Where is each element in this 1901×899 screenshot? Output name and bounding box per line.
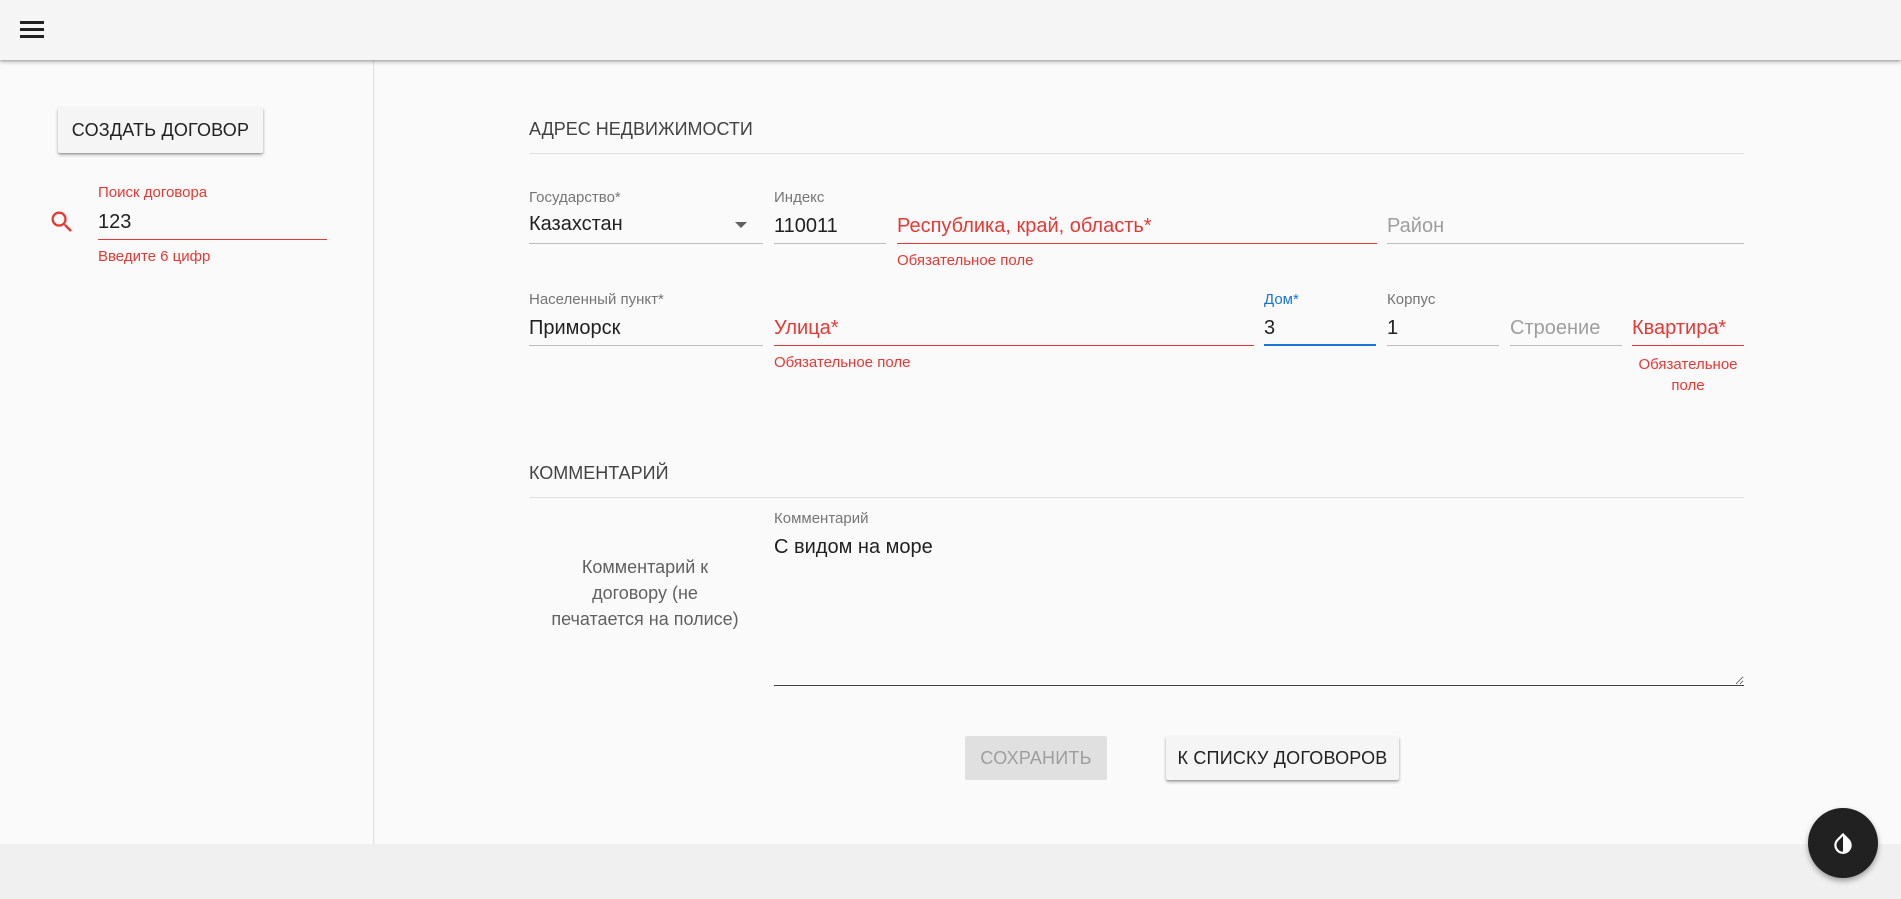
sidebar: СОЗДАТЬ ДОГОВОР Поиск договора Введите 6…: [0, 60, 374, 844]
chevron-down-icon: [735, 222, 747, 228]
apartment-error-line2: поле: [1671, 377, 1705, 394]
address-section-title: АДРЕС НЕДВИЖИМОСТИ: [529, 119, 753, 139]
hamburger-menu-icon[interactable]: [16, 16, 48, 44]
locality-input[interactable]: [529, 312, 763, 346]
comment-description-line2: договору (не: [592, 583, 698, 603]
comment-divider: [529, 497, 1744, 498]
comment-section-title: КОММЕНТАРИЙ: [529, 463, 669, 483]
building-input[interactable]: [1510, 312, 1622, 346]
country-underline: [529, 243, 763, 244]
apartment-error-line1: Обязательное: [1638, 356, 1738, 373]
house-label: Дом*: [1264, 291, 1299, 308]
address-divider: [529, 153, 1744, 154]
index-input[interactable]: [774, 210, 886, 244]
search-contract-label: Поиск договора: [98, 184, 208, 201]
search-contract-input[interactable]: [98, 206, 327, 240]
locality-label: Населенный пункт*: [529, 291, 664, 308]
comment-textarea[interactable]: С видом на море: [774, 536, 1744, 686]
country-label: Государство*: [529, 189, 621, 206]
comment-description-line1: Комментарий к: [581, 557, 709, 577]
index-label: Индекс: [774, 189, 825, 206]
invert-colors-icon: [1834, 832, 1852, 854]
house-input[interactable]: [1264, 312, 1376, 346]
region-error: Обязательное поле: [897, 252, 1034, 269]
country-value: Казахстан: [529, 213, 623, 235]
comment-label: Комментарий: [774, 510, 869, 527]
corpus-input[interactable]: [1387, 312, 1499, 346]
corpus-label: Корпус: [1387, 291, 1436, 308]
comment-description: Комментарий к договору (не печатается на…: [545, 554, 745, 632]
apartment-input[interactable]: [1632, 312, 1744, 346]
bottom-strip: [0, 844, 1901, 899]
street-error: Обязательное поле: [774, 354, 911, 371]
comment-description-line3: печатается на полисе): [551, 609, 739, 629]
search-icon: [51, 211, 72, 232]
to-contract-list-button[interactable]: К СПИСКУ ДОГОВОРОВ: [1166, 736, 1399, 780]
region-input[interactable]: [897, 210, 1377, 244]
street-input[interactable]: [774, 312, 1254, 346]
apartment-error: Обязательное поле: [1632, 354, 1744, 396]
main-content: АДРЕС НЕДВИЖИМОСТИ Государство* Казахста…: [375, 60, 1901, 844]
app-toolbar: [0, 0, 1901, 60]
theme-toggle-button[interactable]: [1808, 808, 1878, 878]
search-error-text: Введите 6 цифр: [98, 248, 211, 265]
create-contract-button[interactable]: СОЗДАТЬ ДОГОВОР: [58, 107, 263, 153]
save-button[interactable]: СОХРАНИТЬ: [965, 736, 1107, 780]
district-input[interactable]: [1387, 210, 1744, 244]
